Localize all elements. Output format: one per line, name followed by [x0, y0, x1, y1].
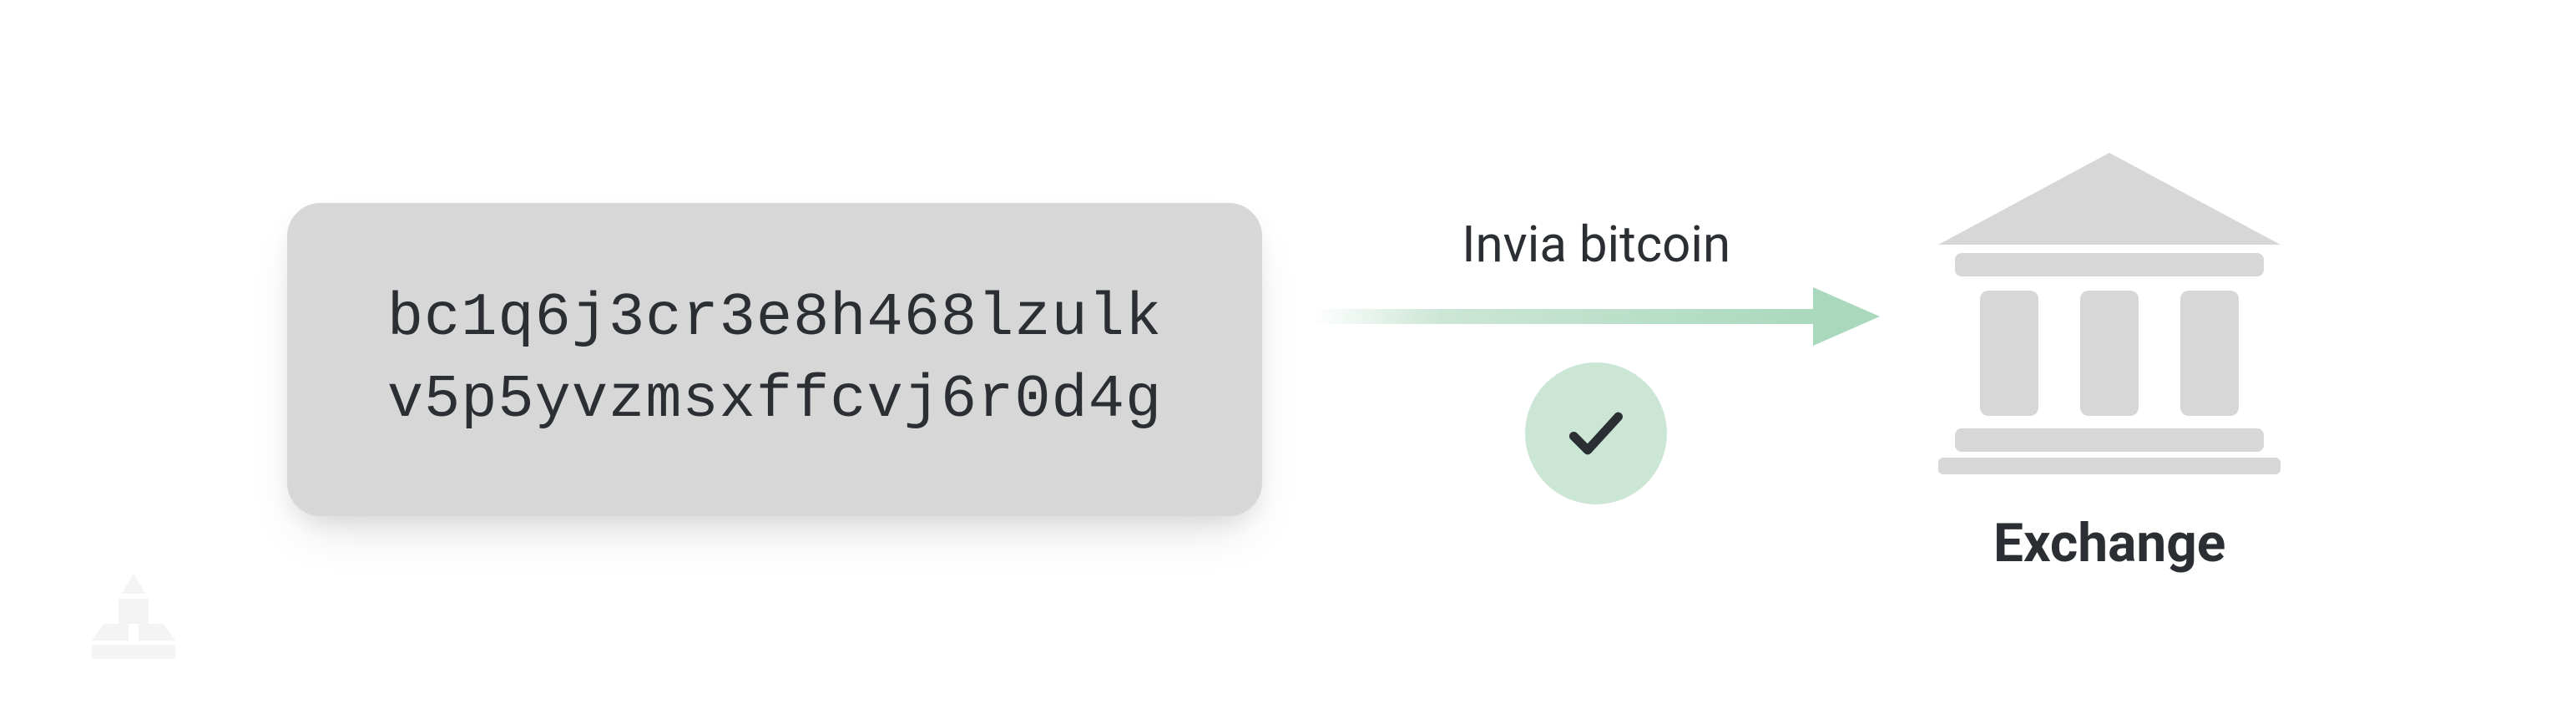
diagram-stage: bc1q6j3cr3e8h468lzulk v5p5yvzmsxffcvj6r0…	[0, 0, 2576, 719]
corner-logo-icon	[83, 569, 184, 669]
exchange-label: Exchange	[1993, 512, 2225, 575]
bitcoin-address-card: bc1q6j3cr3e8h468lzulk v5p5yvzmsxffcvj6r0…	[287, 203, 1262, 515]
check-icon	[1563, 400, 1629, 467]
success-badge	[1525, 362, 1667, 504]
send-action-label: Invia bitcoin	[1462, 215, 1730, 274]
address-line-2: v5p5yvzmsxffcvj6r0d4g	[387, 360, 1162, 441]
address-line-1: bc1q6j3cr3e8h468lzulk	[387, 278, 1162, 359]
send-action-block: Invia bitcoin	[1312, 215, 1880, 504]
exchange-block: Exchange	[1930, 144, 2289, 575]
bank-icon	[1930, 144, 2289, 478]
arrow-right-icon	[1312, 287, 1880, 346]
